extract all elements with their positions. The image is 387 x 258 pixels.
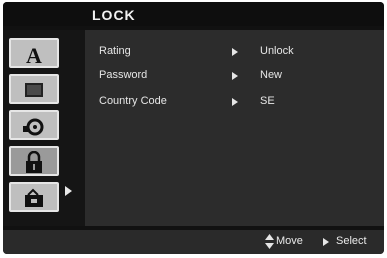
menu-label: Country Code (99, 95, 167, 107)
tab-others[interactable] (9, 182, 59, 212)
audio-icon (23, 118, 44, 136)
tab-display[interactable] (9, 74, 59, 104)
select-arrow-icon (323, 238, 329, 246)
menu-row-rating[interactable]: Rating Unlock (85, 44, 384, 62)
display-icon (25, 83, 43, 97)
dvd-setup-screen: LOCK A Rating Unlock Password New Countr… (3, 2, 384, 254)
menu-label: Rating (99, 45, 131, 57)
header-bar: LOCK (3, 2, 384, 26)
menu-row-country-code[interactable]: Country Code SE (85, 94, 384, 112)
menu-value: New (260, 69, 283, 81)
category-sidebar: A (3, 30, 85, 226)
footer-hint-bar: Move Select (3, 230, 384, 254)
play-arrow-icon (232, 72, 238, 80)
lock-icon (26, 151, 42, 173)
menu-label: Password (99, 69, 148, 81)
menu-row-password[interactable]: Password New (85, 68, 384, 86)
tab-language[interactable]: A (9, 38, 59, 68)
play-arrow-icon (232, 48, 238, 56)
menu-value: SE (260, 95, 275, 107)
language-icon: A (26, 43, 42, 65)
move-hint: Move (276, 235, 303, 247)
tab-audio[interactable] (9, 110, 59, 140)
other-settings-icon (25, 188, 43, 207)
settings-panel: Rating Unlock Password New Country Code … (85, 30, 384, 226)
select-hint: Select (336, 235, 367, 247)
tab-lock[interactable] (9, 146, 59, 176)
up-down-arrow-icon (265, 234, 274, 249)
menu-value: Unlock (260, 45, 294, 57)
active-tab-arrow-icon (65, 186, 72, 196)
svg-text:A: A (26, 43, 42, 65)
play-arrow-icon (232, 98, 238, 106)
page-title: LOCK (92, 7, 136, 23)
